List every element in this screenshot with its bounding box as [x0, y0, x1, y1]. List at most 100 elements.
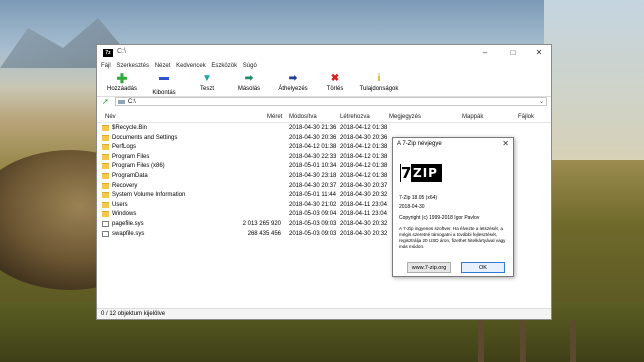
cell-modified: 2018-05-03 09:03: [289, 221, 337, 227]
menu-tools[interactable]: Eszközök: [211, 61, 237, 71]
folder-icon: [102, 144, 109, 151]
address-path: C:\: [128, 99, 136, 105]
minus-icon: [159, 77, 170, 88]
cell-created: 2018-04-30 20:32: [340, 221, 388, 227]
table-row[interactable]: $Recycle.Bin 2018-04-30 21:36 2018-04-12 0…: [97, 124, 551, 133]
cell-modified: 2018-05-03 09:03: [289, 230, 337, 237]
about-description: A 7-Zip ingyenes szoftver. Ha élvezte a …: [399, 226, 506, 249]
plus-icon: ✚: [116, 71, 128, 86]
properties-label: Tulajdonságok: [359, 86, 399, 92]
cell-created: 2018-04-12 01:38: [340, 163, 388, 170]
cell-name: Documents and Settings: [112, 134, 178, 141]
cell-modified: 2018-04-30 23:18: [289, 173, 337, 179]
status-text: 0 / 12 objektum kijelölve: [101, 311, 166, 317]
close-button[interactable]: ✕: [531, 47, 547, 58]
window-title: C:\: [117, 48, 126, 55]
extract-label: Kibontás: [152, 90, 176, 96]
column-name[interactable]: Név: [105, 114, 116, 120]
folder-icon: [102, 153, 109, 160]
move-button[interactable]: ➡ Áthelyezés: [277, 73, 309, 92]
delete-x-icon: ✖: [330, 73, 340, 84]
column-header: Név Méret Módosítva Létrehozva Megjegyzé…: [97, 113, 551, 123]
about-title: A 7-Zip névjegye: [397, 141, 442, 147]
cell-modified: 2018-04-30 20:37: [289, 182, 337, 189]
maximize-button[interactable]: □: [505, 47, 521, 58]
cell-name: Program Files: [112, 153, 150, 160]
cell-size: 268 435 456: [247, 230, 281, 237]
app-icon: 7z: [103, 49, 113, 57]
folder-icon: [102, 201, 109, 208]
file-icon: [102, 221, 109, 227]
cell-modified: 2018-05-03 09:04: [289, 211, 337, 218]
column-size[interactable]: Méret: [267, 114, 282, 120]
menu-view[interactable]: Nézet: [155, 61, 171, 71]
extract-button[interactable]: Kibontás: [149, 73, 179, 96]
folder-icon: [102, 192, 109, 199]
file-icon: [102, 230, 109, 237]
cell-modified: 2018-04-30 21:02: [289, 201, 337, 208]
about-version: 7-Zip 18.05 (x64): [399, 195, 438, 201]
menu-bar: Fájl Szerkesztés Nézet Kedvencek Eszközö…: [97, 61, 551, 71]
about-dialog: A 7-Zip névjegye ✕ 7 ZIP 7-Zip 18.05 (x6…: [392, 137, 514, 277]
cell-name: Users: [112, 201, 128, 208]
cell-modified: 2018-04-30 20:36: [289, 134, 337, 141]
folder-icon: [102, 125, 109, 131]
cell-modified: 2018-04-30 22:33: [289, 153, 337, 160]
toolbar: ✚ Hozzáadás Kibontás ▼ Teszt ➡ Másolás ➡…: [97, 71, 551, 97]
menu-edit[interactable]: Szerkesztés: [116, 61, 149, 71]
menu-help[interactable]: Súgó: [243, 61, 257, 71]
up-folder-icon[interactable]: ➚: [102, 98, 109, 106]
check-icon: ▼: [202, 73, 212, 84]
cell-created: 2018-04-12 01:38: [340, 153, 388, 160]
cell-name: $Recycle.Bin: [112, 125, 148, 131]
status-bar: 0 / 12 objektum kijelölve: [97, 308, 551, 319]
cell-created: 2018-04-11 23:04: [340, 201, 387, 208]
cell-created: 2018-04-11 23:04: [340, 211, 387, 218]
folder-icon: [102, 163, 109, 170]
delete-label: Törlés: [326, 86, 344, 92]
cell-name: PerfLogs: [112, 144, 137, 151]
test-button[interactable]: ▼ Teszt: [195, 73, 219, 92]
ok-button[interactable]: OK: [461, 262, 505, 273]
cell-created: 2018-04-12 01:38: [340, 125, 388, 131]
about-close-icon[interactable]: ✕: [502, 139, 509, 148]
info-icon: i: [377, 73, 381, 84]
folder-icon: [102, 173, 109, 179]
properties-button[interactable]: i Tulajdonságok: [357, 73, 401, 92]
cell-size: 2 013 265 920: [242, 221, 281, 227]
menu-file[interactable]: Fájl: [101, 61, 111, 71]
folder-icon: [102, 211, 109, 218]
column-modified[interactable]: Módosítva: [289, 114, 317, 120]
copy-button[interactable]: ➡ Másolás: [235, 73, 263, 92]
address-input[interactable]: C:\ ⌄: [115, 97, 547, 106]
chevron-down-icon[interactable]: ⌄: [539, 98, 544, 106]
minimize-button[interactable]: –: [477, 47, 493, 58]
column-created[interactable]: Létrehozva: [340, 114, 370, 120]
column-files[interactable]: Fájlok: [518, 114, 534, 120]
menu-favorites[interactable]: Kedvencek: [176, 61, 206, 71]
copy-label: Másolás: [237, 86, 261, 92]
cell-modified: 2018-05-01 10:34: [289, 163, 337, 170]
cell-name: Windows: [112, 211, 137, 218]
cell-created: 2018-04-30 20:36: [340, 134, 388, 141]
background-fence-post: [520, 320, 526, 362]
cell-modified: 2018-04-30 21:36: [289, 125, 337, 131]
column-comment[interactable]: Megjegyzés: [389, 114, 421, 120]
folder-icon: [102, 134, 109, 141]
cell-modified: 2018-04-12 01:38: [289, 144, 337, 151]
delete-button[interactable]: ✖ Törlés: [323, 73, 347, 92]
add-label: Hozzáadás: [107, 86, 138, 92]
about-copyright: Copyright (c) 1999-2018 Igor Pavlov: [399, 215, 480, 221]
drive-icon: [118, 100, 125, 104]
column-folders[interactable]: Mappák: [462, 114, 483, 120]
website-button[interactable]: www.7-zip.org: [407, 262, 451, 273]
add-button[interactable]: ✚ Hozzáadás: [107, 71, 138, 92]
cell-created: 2018-04-30 20:32: [340, 230, 388, 237]
7zip-logo: 7 ZIP: [400, 164, 442, 182]
cell-created: 2018-04-12 01:38: [340, 144, 388, 151]
cell-name: Program Files (x86): [112, 163, 165, 170]
cell-name: System Volume Information: [112, 192, 186, 199]
about-date: 2018-04-30: [399, 204, 425, 210]
cell-created: 2018-04-30 20:32: [340, 192, 388, 199]
cell-modified: 2018-05-01 11:44: [289, 192, 336, 199]
